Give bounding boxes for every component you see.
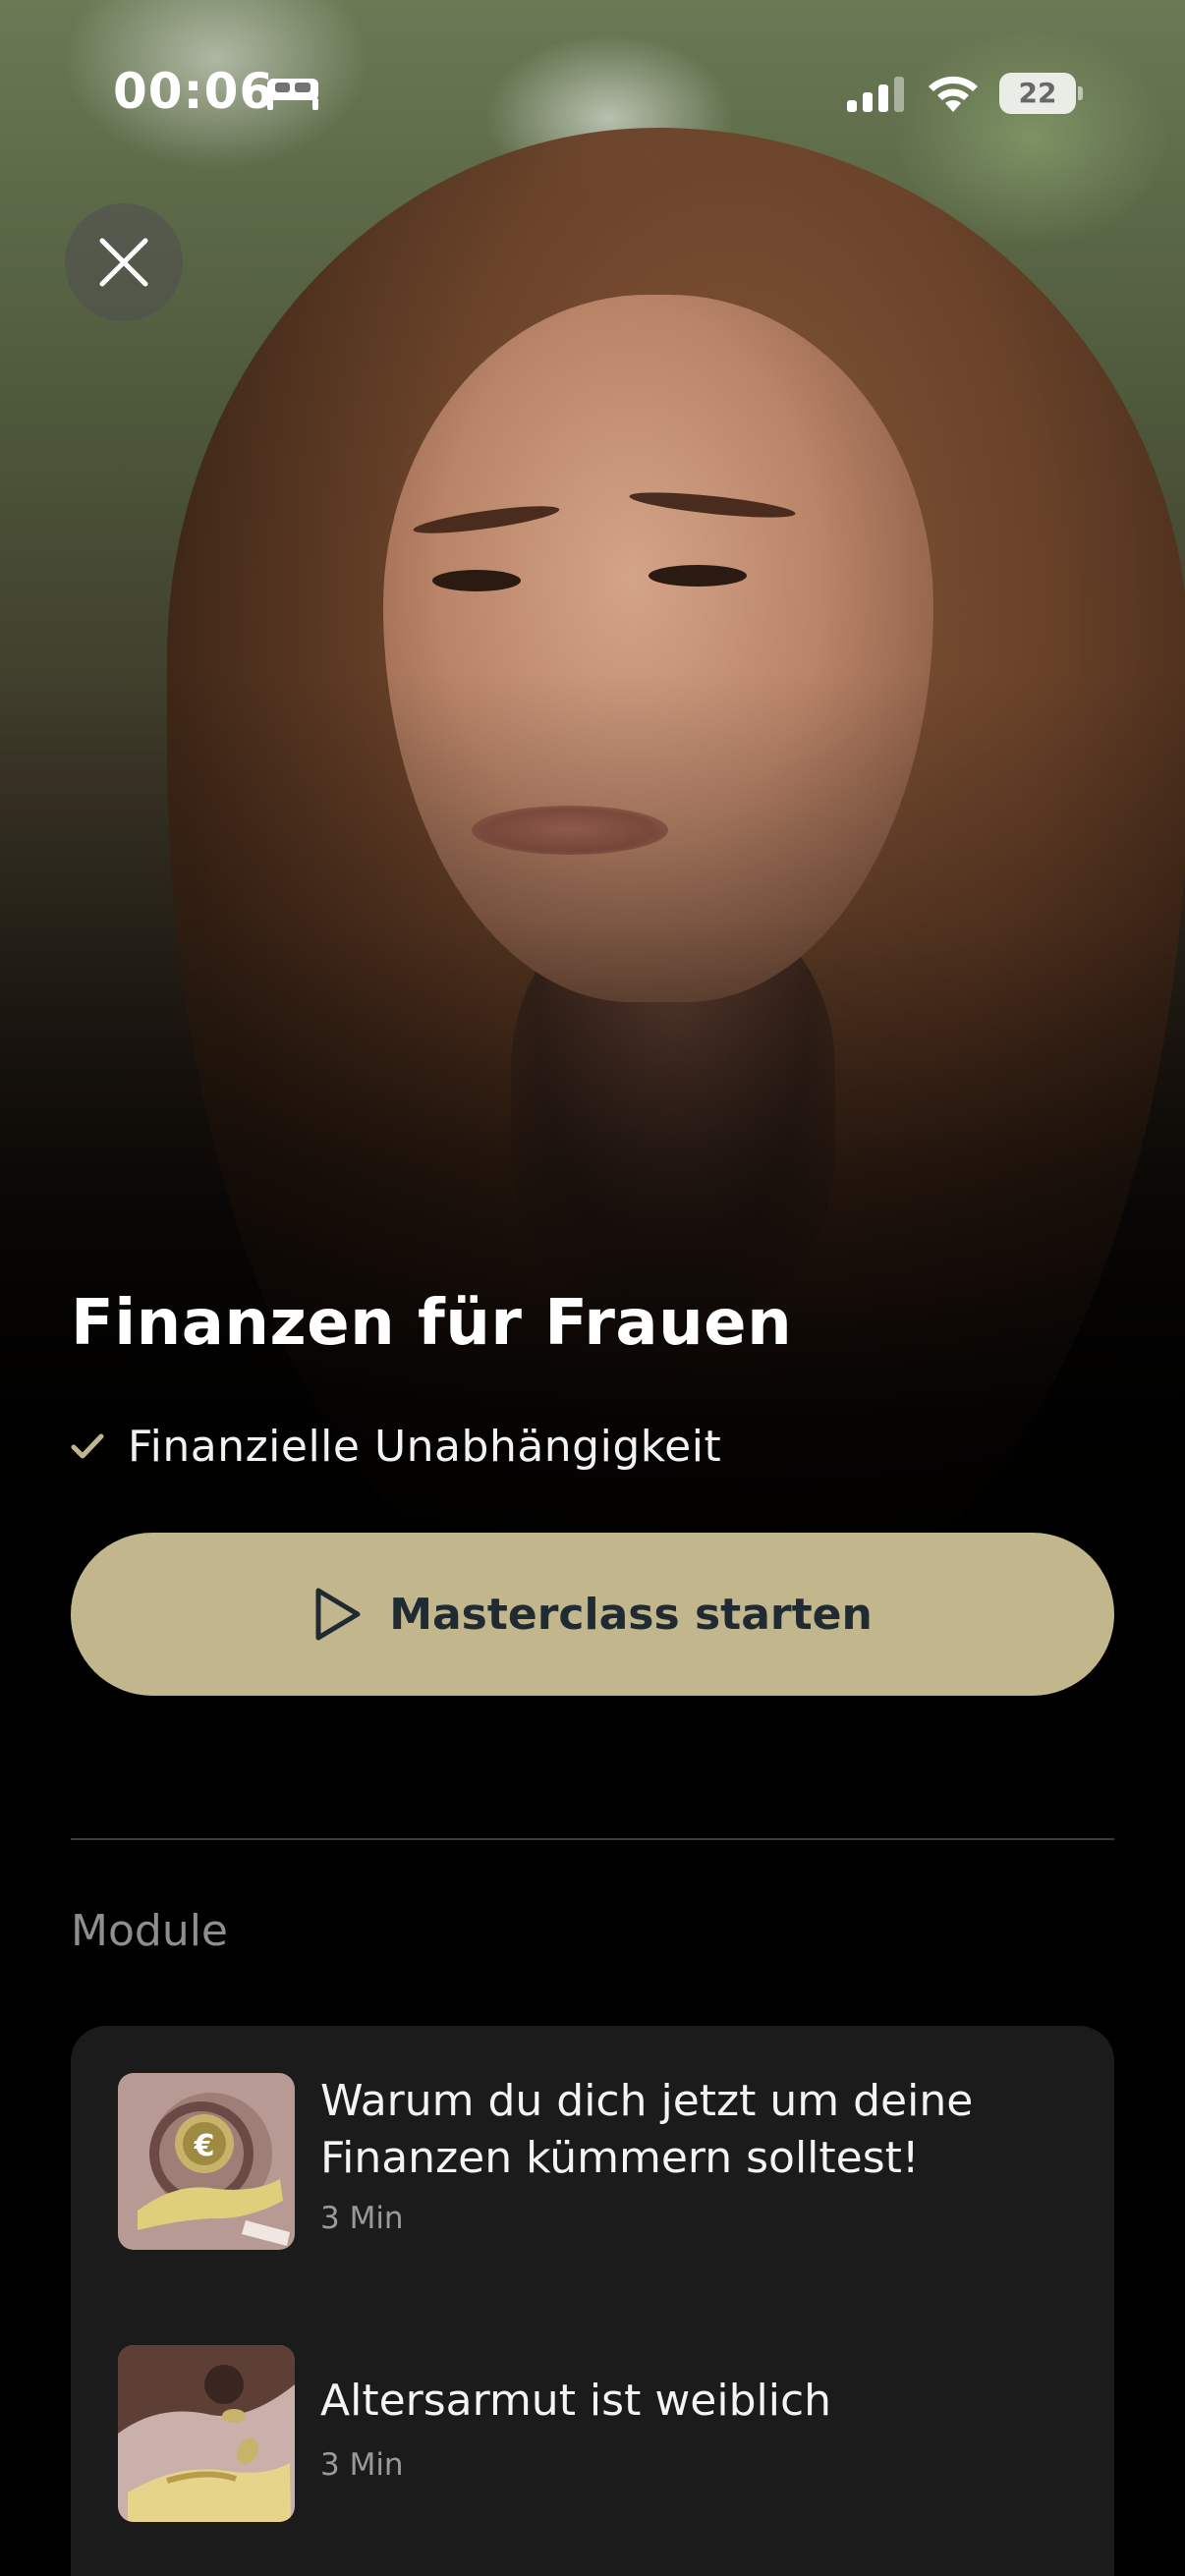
- module-item[interactable]: € Warum du dich jetzt um deine Finanzen …: [118, 2073, 1081, 2250]
- start-masterclass-label: Masterclass starten: [389, 1589, 873, 1640]
- section-divider: [71, 1838, 1114, 1840]
- course-detail-screen: 00:06 22 Finanzen für Frauen Finanzielle…: [0, 0, 1185, 2576]
- close-icon: [99, 238, 148, 287]
- module-duration: 3 Min: [320, 2447, 404, 2483]
- module-title: Warum du dich jetzt um deine Finanzen kü…: [320, 2076, 974, 2183]
- play-icon: [315, 1588, 361, 1641]
- modules-list: € Warum du dich jetzt um deine Finanzen …: [71, 2026, 1114, 2576]
- module-duration: 3 Min: [320, 2201, 404, 2236]
- wifi-icon: [929, 76, 978, 112]
- check-icon: [71, 1433, 104, 1459]
- benefit-item: Finanzielle Unabhängigkeit: [71, 1417, 721, 1476]
- close-button[interactable]: [65, 203, 183, 321]
- svg-text:€: €: [194, 2129, 215, 2163]
- course-title: Finanzen für Frauen: [71, 1287, 793, 1360]
- status-time: 00:06: [113, 63, 275, 120]
- module-item[interactable]: Altersarmut ist weiblich 3 Min: [118, 2345, 1081, 2522]
- module-title: Altersarmut ist weiblich: [320, 2376, 832, 2426]
- module-thumbnail: €: [118, 2073, 295, 2250]
- modules-heading: Module: [71, 1906, 228, 1956]
- battery-level: 22: [1018, 77, 1057, 109]
- status-bar: 00:06 22: [0, 59, 1185, 128]
- battery-nub: [1078, 86, 1083, 100]
- falling-coins-hand-icon: [118, 2345, 295, 2522]
- euro-coin-hand-icon: €: [118, 2073, 295, 2250]
- benefit-label: Finanzielle Unabhängigkeit: [128, 1421, 722, 1472]
- signal-icon: [847, 77, 904, 112]
- start-masterclass-button[interactable]: Masterclass starten: [71, 1533, 1114, 1696]
- battery-icon: 22: [999, 73, 1076, 114]
- module-thumbnail: [118, 2345, 295, 2522]
- bed-icon: [267, 79, 318, 110]
